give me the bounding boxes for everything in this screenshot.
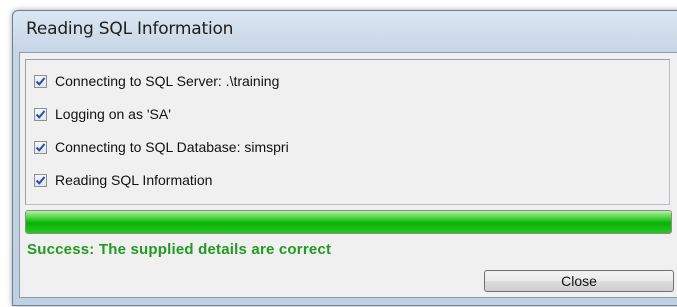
progress-bar — [25, 210, 672, 234]
progress-bar-fill — [26, 211, 671, 233]
checkbox-checked-icon[interactable] — [34, 74, 47, 88]
checklist-item-label: Connecting to SQL Server: .\training — [55, 73, 280, 89]
dialog-window: Reading SQL Information Connecting to SQ… — [12, 10, 677, 306]
window-title: Reading SQL Information — [26, 19, 234, 39]
checklist-item-label: Reading SQL Information — [55, 172, 213, 188]
close-button[interactable]: Close — [484, 270, 674, 292]
checklist-panel: Connecting to SQL Server: .\training Log… — [25, 59, 670, 205]
checklist-item-label: Logging on as 'SA' — [55, 106, 171, 122]
checklist-item-label: Connecting to SQL Database: simspri — [55, 139, 289, 155]
checklist-item[interactable]: Logging on as 'SA' — [34, 103, 171, 125]
dialog-client-area: Connecting to SQL Server: .\training Log… — [19, 52, 677, 298]
checkbox-checked-icon[interactable] — [34, 173, 47, 187]
status-message: Success: The supplied details are correc… — [27, 241, 332, 258]
page: Reading SQL Information Connecting to SQ… — [0, 0, 677, 307]
checklist-item[interactable]: Reading SQL Information — [34, 169, 212, 191]
checklist-item[interactable]: Connecting to SQL Database: simspri — [34, 136, 289, 158]
checkbox-checked-icon[interactable] — [34, 107, 47, 121]
title-bar[interactable]: Reading SQL Information — [13, 11, 677, 47]
checkbox-checked-icon[interactable] — [34, 140, 47, 154]
checklist-item[interactable]: Connecting to SQL Server: .\training — [34, 70, 279, 92]
